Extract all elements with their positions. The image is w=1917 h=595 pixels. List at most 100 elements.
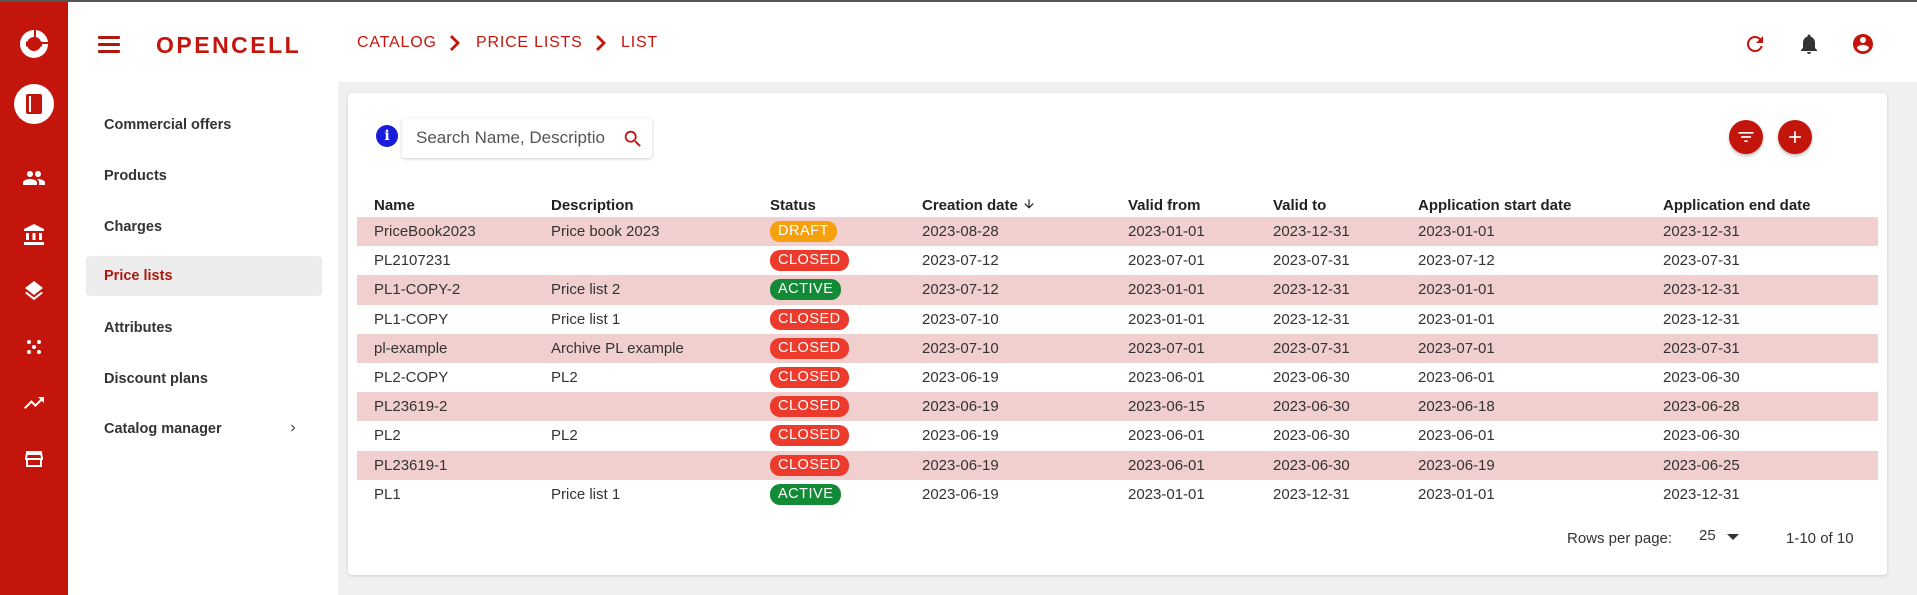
column-header-valid-from[interactable]: Valid from [1111, 186, 1256, 218]
cell-application-start: 2023-01-01 [1401, 217, 1646, 247]
cell-valid-from: 2023-07-01 [1128, 252, 1205, 270]
table-row[interactable]: PL1 Price list 1 ACTIVE 2023-06-19 2023-01-0… [357, 480, 1878, 509]
dropdown-caret-icon[interactable] [1727, 534, 1739, 540]
cell-description: PL2 [551, 369, 578, 387]
status-badge: CLOSED [770, 308, 849, 330]
cell-name: PL1 [374, 485, 401, 503]
cell-application-end: 2023-12-31 [1663, 485, 1740, 503]
rail-trending-up-icon[interactable] [19, 388, 49, 418]
cell-description: Price list 2 [534, 275, 753, 305]
table-row[interactable]: PL1-COPY-2 Price list 2 ACTIVE 2023-07-12 20… [357, 275, 1878, 305]
cell-creation-date: 2023-06-19 [922, 485, 999, 503]
sidebar-item-products[interactable]: Products [86, 156, 322, 196]
cell-description [534, 246, 753, 275]
table-header-row: Name Description Status Creation date Va… [357, 186, 1878, 218]
cell-application-end: 2023-12-31 [1646, 275, 1878, 305]
cell-application-start: 2023-06-19 [1401, 450, 1646, 480]
cell-status: ACTIVE [753, 480, 905, 509]
table-row[interactable]: PL2 PL2 CLOSED 2023-06-19 2023-06-01 2023-06-… [357, 421, 1878, 450]
cell-application-start: 2023-01-01 [1418, 310, 1495, 328]
sidebar-item-attributes[interactable]: Attributes [86, 308, 322, 348]
cell-status: CLOSED [753, 450, 905, 480]
filter-button[interactable] [1729, 120, 1763, 154]
cell-valid-from: 2023-01-01 [1111, 217, 1256, 247]
table-row[interactable]: PL23619-1 CLOSED 2023-06-19 2023-06-01 2023-… [357, 450, 1878, 480]
column-header-status[interactable]: Status [753, 186, 905, 218]
refresh-icon[interactable] [1741, 30, 1769, 58]
cell-valid-to: 2023-06-30 [1256, 392, 1401, 422]
cell-application-end: 2023-06-30 [1663, 427, 1740, 445]
account-icon[interactable] [1849, 30, 1877, 58]
sort-arrow-down-icon [1022, 197, 1036, 211]
sidebar-item-label: Charges [104, 219, 163, 235]
cell-application-end: 2023-06-25 [1646, 450, 1878, 480]
cell-valid-to: 2023-06-30 [1273, 369, 1350, 387]
breadcrumb-separator-icon [448, 35, 460, 51]
cell-description: PL2 [551, 427, 578, 445]
status-badge: DRAFT [770, 221, 837, 243]
column-header-application-start-date[interactable]: Application start date [1401, 186, 1646, 218]
sidebar-item-charges[interactable]: Charges [86, 207, 322, 247]
cell-valid-to: 2023-12-31 [1273, 310, 1350, 328]
sidebar-item-price-lists[interactable]: Price lists [86, 256, 322, 296]
sidebar-item-discount-plans[interactable]: Discount plans [86, 359, 322, 399]
cell-valid-to: 2023-12-31 [1273, 485, 1350, 503]
cell-status: CLOSED [753, 305, 905, 334]
column-header-name[interactable]: Name [357, 186, 534, 218]
cell-valid-from: 2023-06-01 [1111, 450, 1256, 480]
column-header-application-end-date[interactable]: Application end date [1646, 186, 1878, 218]
bell-icon[interactable] [1795, 30, 1823, 58]
cell-valid-to: 2023-06-30 [1273, 427, 1350, 445]
breadcrumb-catalog[interactable]: CATALOG [357, 34, 437, 52]
cell-valid-to: 2023-07-31 [1256, 333, 1401, 363]
cell-status: DRAFT [753, 217, 905, 247]
rail-dots-icon[interactable] [19, 332, 49, 362]
search-icon[interactable] [622, 128, 646, 152]
table-row[interactable]: PL2107231 CLOSED 2023-07-12 2023-07-01 2023-… [357, 246, 1878, 275]
cell-description [534, 450, 753, 480]
cell-valid-to: 2023-12-31 [1256, 217, 1401, 247]
rail-bank-icon[interactable] [19, 220, 49, 250]
status-badge: ACTIVE [770, 279, 842, 301]
add-price-list-button[interactable] [1778, 120, 1812, 154]
breadcrumb-separator-icon [594, 35, 606, 51]
table-row[interactable]: PL1-COPY Price list 1 CLOSED 2023-07-10 2023… [357, 305, 1878, 334]
cell-valid-from: 2023-01-01 [1128, 485, 1205, 503]
rail-layers-icon[interactable] [19, 276, 49, 306]
table-row[interactable]: PL23619-2 CLOSED 2023-06-19 2023-06-15 2023-… [357, 392, 1878, 422]
column-header-description[interactable]: Description [534, 186, 753, 218]
column-header-label: Creation date [922, 196, 1018, 214]
price-list-table: Name Description Status Creation date Va… [357, 186, 1878, 509]
pagination-range: 1-10 of 10 [1786, 530, 1854, 547]
breadcrumb-price-lists[interactable]: PRICE LISTS [476, 34, 583, 52]
rail-catalog-book-icon[interactable] [14, 84, 54, 124]
cell-creation-date: 2023-07-10 [905, 333, 1111, 363]
sidebar-item-catalog-manager[interactable]: Catalog manager [86, 409, 322, 449]
cell-name: pl-example [357, 333, 534, 363]
cell-name: PL2107231 [374, 252, 451, 270]
column-header-valid-to[interactable]: Valid to [1256, 186, 1401, 218]
rail-store-icon[interactable] [19, 444, 49, 474]
table-row[interactable]: pl-example Archive PL example CLOSED 2023-0… [357, 333, 1878, 363]
cell-application-end: 2023-07-31 [1646, 333, 1878, 363]
cell-application-end: 2023-07-31 [1663, 252, 1740, 270]
rail-people-icon[interactable] [19, 163, 49, 193]
cell-description: Price book 2023 [534, 217, 753, 247]
rows-per-page-value: 25 [1699, 527, 1716, 544]
status-badge: CLOSED [770, 396, 849, 418]
chevron-right-icon [286, 421, 300, 435]
info-icon[interactable]: i [376, 125, 398, 147]
top-header: CATALOG PRICE LISTS LIST [338, 2, 1917, 82]
cell-valid-from: 2023-01-01 [1128, 310, 1205, 328]
cell-valid-from: 2023-07-01 [1111, 333, 1256, 363]
menu-hamburger-icon[interactable] [98, 36, 120, 54]
catalog-sidebar: OPENCELL Commercial offers Products Char… [68, 2, 338, 595]
search-input[interactable] [416, 126, 606, 150]
cell-valid-from: 2023-01-01 [1111, 275, 1256, 305]
table-row[interactable]: PL2-COPY PL2 CLOSED 2023-06-19 2023-06-01 202… [357, 363, 1878, 392]
table-row[interactable]: PriceBook2023 Price book 2023 DRAFT 2023-08… [357, 217, 1878, 247]
opencell-logo-icon[interactable] [14, 24, 54, 64]
column-header-creation-date[interactable]: Creation date [905, 186, 1111, 218]
cell-application-start: 2023-06-18 [1401, 392, 1646, 422]
sidebar-item-commercial-offers[interactable]: Commercial offers [86, 105, 322, 145]
